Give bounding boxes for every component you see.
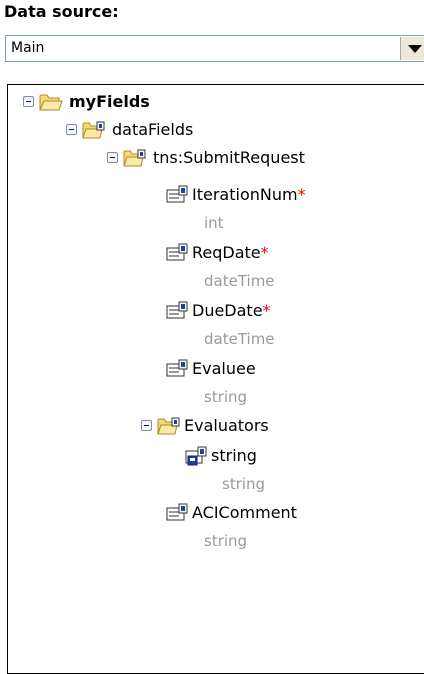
field-icon: [166, 301, 188, 319]
tree-node-label: ReqDate*: [192, 243, 269, 262]
field-type: int: [204, 214, 224, 232]
tree-node-label: string: [211, 446, 257, 465]
tree-node-label: DueDate*: [192, 301, 271, 320]
repeating-field-icon: [185, 446, 207, 466]
field-icon: [166, 359, 188, 377]
tree-node-label: tns:SubmitRequest: [153, 148, 305, 167]
group-folder-icon: [123, 149, 146, 167]
tree-node-label: Evaluators: [184, 416, 269, 435]
chevron-down-icon: [408, 45, 422, 53]
tree-node-label: myFields: [69, 92, 150, 111]
collapse-icon[interactable]: [107, 152, 118, 163]
collapse-icon[interactable]: [141, 420, 152, 431]
data-source-tree[interactable]: myFields dataFields tns:SubmitRequest It…: [7, 84, 424, 674]
dropdown-button[interactable]: [400, 37, 424, 60]
required-marker: *: [297, 185, 306, 204]
collapse-icon[interactable]: [66, 124, 77, 135]
field-type: dateTime: [204, 272, 275, 290]
field-icon: [166, 243, 188, 261]
field-type: string: [222, 475, 266, 493]
tree-node-label: dataFields: [112, 120, 194, 139]
collapse-icon[interactable]: [23, 96, 34, 107]
data-source-selected-value: Main: [11, 40, 45, 56]
group-folder-icon: [157, 417, 180, 435]
field-icon: [166, 185, 188, 203]
field-type: string: [204, 388, 248, 406]
tree-node-label: IterationNum*: [192, 185, 306, 204]
required-marker: *: [262, 301, 271, 320]
tree-node-label: ACIComment: [192, 503, 297, 522]
field-icon: [166, 503, 188, 521]
required-marker: *: [260, 243, 269, 262]
data-source-heading: Data source:: [4, 2, 119, 21]
tree-node-label: Evaluee: [192, 359, 256, 378]
data-source-dropdown[interactable]: Main: [5, 35, 424, 62]
field-type: string: [204, 532, 248, 550]
open-folder-icon: [39, 94, 63, 111]
field-type: dateTime: [204, 330, 275, 348]
group-folder-icon: [82, 121, 105, 139]
